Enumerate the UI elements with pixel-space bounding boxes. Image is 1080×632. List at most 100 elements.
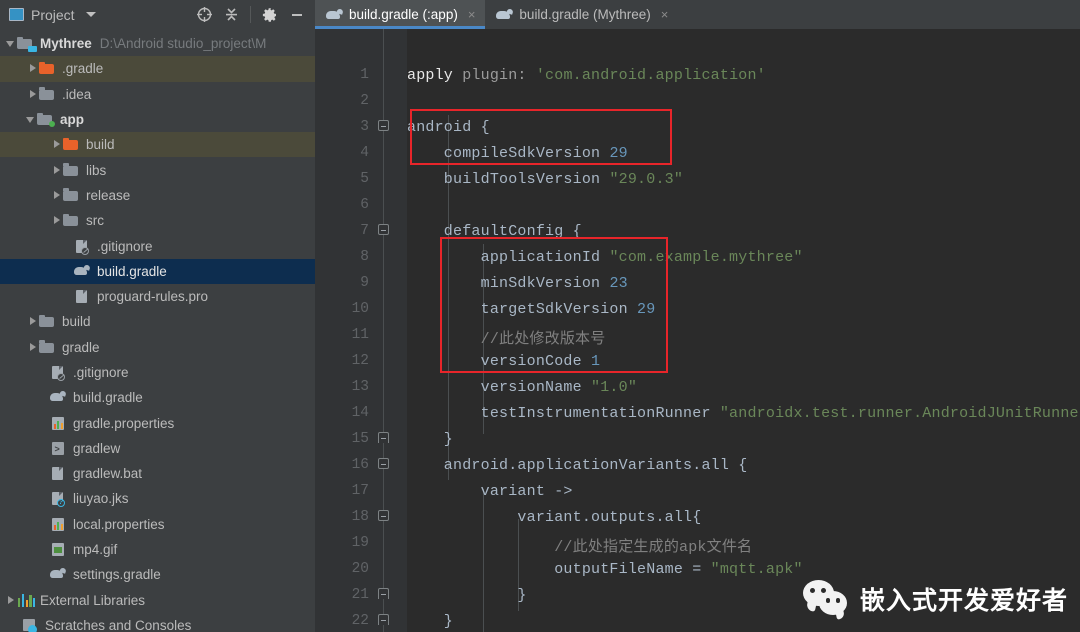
- code-line-9[interactable]: minSdkVersion 23: [407, 275, 628, 292]
- tree-row-mp4-gif[interactable]: mp4.gif: [0, 537, 315, 562]
- tree-row-release[interactable]: release: [0, 183, 315, 208]
- code-line-3[interactable]: android {: [407, 119, 490, 136]
- gradle-file-icon: [496, 9, 513, 21]
- project-toolwindow-title[interactable]: Project: [0, 7, 96, 23]
- expand-arrow-icon[interactable]: [26, 114, 37, 125]
- expand-arrow-icon[interactable]: [52, 215, 63, 226]
- expand-arrow-icon[interactable]: [28, 342, 39, 353]
- line-number: 2: [360, 93, 369, 109]
- tree-item-label: app: [60, 112, 85, 128]
- folder-icon: [39, 87, 56, 102]
- code-line-12[interactable]: versionCode 1: [407, 353, 600, 370]
- tree-row-gradlew-bat[interactable]: gradlew.bat: [0, 461, 315, 486]
- tree-item-label: build.gradle: [97, 263, 167, 279]
- tree-item-label: .gitignore: [97, 238, 153, 254]
- tree-row-gradle-properties[interactable]: gradle.properties: [0, 410, 315, 435]
- line-number: 20: [351, 561, 369, 577]
- code-line-11[interactable]: //此处修改版本号: [407, 327, 606, 348]
- code-line-5[interactable]: buildToolsVersion "29.0.3": [407, 171, 683, 188]
- line-number: 19: [351, 535, 369, 551]
- folder-icon: [63, 213, 80, 228]
- minimize-icon[interactable]: [284, 2, 309, 27]
- tree-row-app-build[interactable]: build: [0, 132, 315, 158]
- tree-item-label: gradlew.bat: [73, 466, 143, 482]
- text-file-icon: [50, 466, 67, 481]
- code-line-7[interactable]: defaultConfig {: [407, 223, 582, 240]
- expand-arrow-icon[interactable]: [6, 38, 17, 49]
- code-line-1[interactable]: apply plugin: 'com.android.application': [407, 67, 766, 84]
- code-editor[interactable]: 1 2 3 4 5 6 7 8 9 10 11 12 13 14 15 16 1…: [315, 29, 1080, 632]
- code-content[interactable]: 1 2 3 4 5 6 7 8 9 10 11 12 13 14 15 16 1…: [315, 29, 1080, 632]
- line-number: 11: [351, 327, 369, 343]
- locate-icon[interactable]: [192, 2, 217, 27]
- line-number: 5: [360, 171, 369, 187]
- tree-row-app[interactable]: app: [0, 107, 315, 132]
- expand-arrow-icon[interactable]: [52, 190, 63, 201]
- tree-item-label: release: [86, 187, 131, 203]
- tree-row-dot-idea[interactable]: .idea: [0, 82, 315, 107]
- tree-row-gradle[interactable]: gradle: [0, 335, 315, 360]
- code-line-17[interactable]: variant ->: [407, 483, 573, 500]
- wechat-icon: [802, 580, 849, 618]
- code-line-10[interactable]: targetSdkVersion 29: [407, 301, 656, 318]
- tree-row-root-build[interactable]: build: [0, 309, 315, 334]
- tree-row-scratches-and-consoles[interactable]: Scratches and Consoles: [0, 613, 315, 632]
- tree-row-app-build-gradle[interactable]: build.gradle: [0, 258, 315, 284]
- code-line-22[interactable]: }: [407, 613, 453, 630]
- editor-tab-label: build.gradle (Mythree): [519, 7, 651, 22]
- chevron-down-icon[interactable]: [85, 12, 96, 17]
- folder-icon: [39, 340, 56, 355]
- tree-row-src[interactable]: src: [0, 208, 315, 233]
- tree-row-libs[interactable]: libs: [0, 157, 315, 182]
- tree-root-label: Mythree: [40, 36, 92, 52]
- code-line-20[interactable]: outputFileName = "mqtt.apk": [407, 561, 803, 578]
- tree-root-path: D:\Android studio_project\M: [99, 36, 267, 52]
- code-line-19[interactable]: //此处指定生成的apk文件名: [407, 535, 752, 556]
- tree-row-external-libraries[interactable]: External Libraries: [0, 588, 315, 613]
- tree-row-proguard-rules[interactable]: proguard-rules.pro: [0, 284, 315, 309]
- gear-icon[interactable]: [257, 2, 282, 27]
- code-line-14[interactable]: testInstrumentationRunner "androidx.test…: [407, 405, 1080, 422]
- tree-row-local-properties[interactable]: local.properties: [0, 512, 315, 537]
- code-line-8[interactable]: applicationId "com.example.mythree": [407, 249, 803, 266]
- tree-row-root-build-gradle[interactable]: build.gradle: [0, 385, 315, 410]
- top-bar: Project build.gradle (:app) × build.grad…: [0, 0, 1080, 29]
- gradle-file-icon: [50, 391, 67, 404]
- expand-arrow-icon[interactable]: [6, 595, 17, 606]
- code-line-16[interactable]: android.applicationVariants.all {: [407, 457, 747, 474]
- line-number: 9: [360, 275, 369, 291]
- tree-item-label: mp4.gif: [73, 542, 118, 558]
- expand-arrow-icon[interactable]: [52, 165, 63, 176]
- editor-tab-build-gradle-mythree[interactable]: build.gradle (Mythree) ×: [485, 0, 678, 29]
- close-icon[interactable]: ×: [468, 7, 476, 22]
- tree-row-root[interactable]: Mythree D:\Android studio_project\M: [0, 31, 315, 56]
- tree-row-root-gitignore[interactable]: .gitignore: [0, 360, 315, 385]
- tree-row-app-gitignore[interactable]: .gitignore: [0, 233, 315, 258]
- tree-row-dot-gradle[interactable]: .gradle: [0, 56, 315, 82]
- close-icon[interactable]: ×: [661, 7, 669, 22]
- tree-item-label: build: [86, 137, 115, 153]
- expand-arrow-icon[interactable]: [28, 316, 39, 327]
- project-tree[interactable]: Mythree D:\Android studio_project\M .gra…: [0, 29, 315, 632]
- module-folder-icon: [37, 112, 55, 128]
- code-line-21[interactable]: }: [407, 587, 527, 604]
- tree-row-gradlew[interactable]: > gradlew: [0, 436, 315, 461]
- tree-item-label: .idea: [62, 86, 92, 102]
- code-line-13[interactable]: versionName "1.0": [407, 379, 637, 396]
- line-number: 7: [360, 223, 369, 239]
- tree-row-settings-gradle[interactable]: settings.gradle: [0, 562, 315, 587]
- expand-arrow-icon[interactable]: [52, 139, 63, 150]
- tree-item-label: build.gradle: [73, 390, 143, 406]
- code-line-15[interactable]: }: [407, 431, 453, 448]
- tree-row-liuyao-jks[interactable]: ? liuyao.jks: [0, 486, 315, 511]
- expand-arrow-icon[interactable]: [28, 89, 39, 100]
- line-number: 21: [351, 587, 369, 603]
- code-line-18[interactable]: variant.outputs.all{: [407, 509, 701, 526]
- tree-item-label: .gradle: [62, 61, 104, 77]
- collapse-all-icon[interactable]: [219, 2, 244, 27]
- code-line-4[interactable]: compileSdkVersion 29: [407, 145, 628, 162]
- unknown-file-icon: ?: [50, 491, 67, 508]
- editor-tab-build-gradle-app[interactable]: build.gradle (:app) ×: [315, 0, 486, 29]
- gitignore-file-icon: [74, 239, 91, 255]
- expand-arrow-icon[interactable]: [28, 63, 39, 74]
